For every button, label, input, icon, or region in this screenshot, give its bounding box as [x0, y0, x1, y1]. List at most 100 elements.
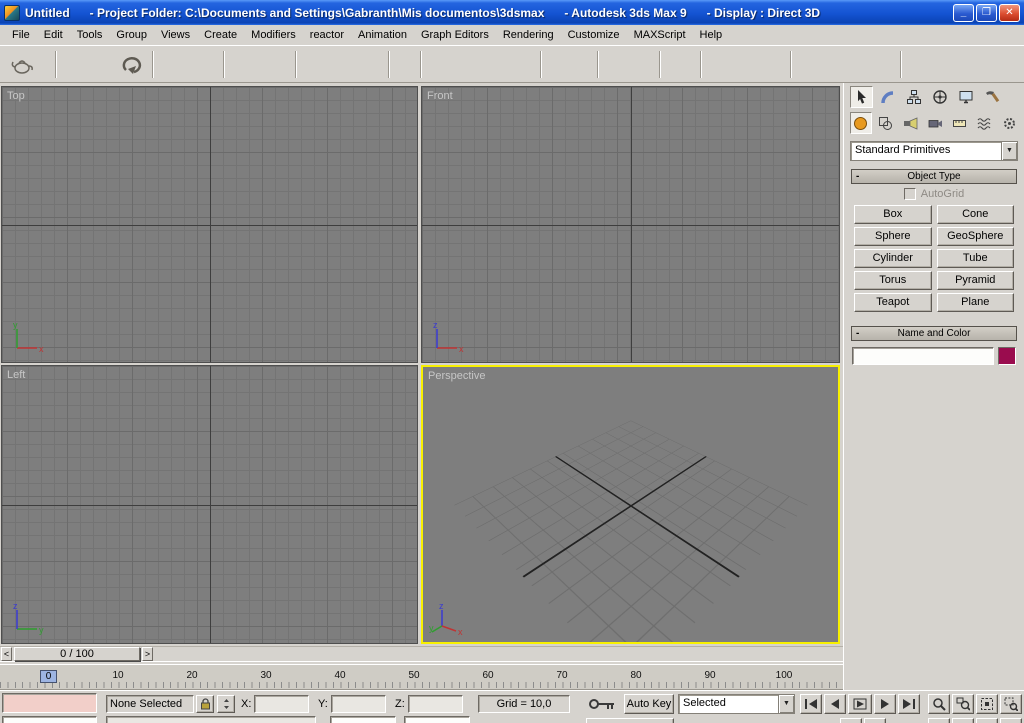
auto-key-button[interactable]: Auto Key: [624, 694, 674, 714]
viewport-front[interactable]: Front x z: [421, 86, 840, 363]
minimize-button[interactable]: _: [953, 4, 974, 22]
sphere-button[interactable]: Sphere: [854, 227, 932, 246]
viewport-top[interactable]: Top x y: [1, 86, 418, 363]
menu-rendering[interactable]: Rendering: [496, 26, 561, 44]
previous-frame-button[interactable]: [824, 694, 846, 714]
viewport-left[interactable]: Left y z: [1, 365, 418, 644]
chevron-down-icon[interactable]: ▼: [1001, 142, 1017, 160]
display-tab[interactable]: [954, 86, 977, 108]
menu-customize[interactable]: Customize: [561, 26, 627, 44]
utilities-tab[interactable]: [980, 86, 1003, 108]
time-slider-handle[interactable]: 0 / 100: [14, 647, 140, 661]
next-frame-arrow[interactable]: >: [142, 647, 153, 661]
absolute-offset-toggle[interactable]: [217, 695, 235, 713]
zoom-button[interactable]: [928, 694, 950, 714]
chevron-down-icon[interactable]: ▼: [778, 695, 794, 713]
maxscript-mini-listener[interactable]: [2, 716, 97, 723]
light-icon: [903, 116, 918, 131]
geosphere-button[interactable]: GeoSphere: [937, 227, 1015, 246]
create-tab[interactable]: [850, 86, 873, 108]
orbit-button[interactable]: [976, 718, 998, 723]
plane-button[interactable]: Plane: [937, 293, 1015, 312]
z-coordinate-input[interactable]: [408, 695, 463, 713]
primitive-category-dropdown[interactable]: Standard Primitives ▼: [850, 141, 1018, 161]
menu-maxscript[interactable]: MAXScript: [627, 26, 693, 44]
cone-button[interactable]: Cone: [937, 205, 1015, 224]
current-frame-marker[interactable]: 0: [40, 670, 57, 683]
cameras-button[interactable]: [924, 112, 946, 134]
go-to-end-button[interactable]: [898, 694, 920, 714]
go-to-start-button[interactable]: [800, 694, 822, 714]
menu-edit[interactable]: Edit: [37, 26, 70, 44]
menu-tools[interactable]: Tools: [70, 26, 110, 44]
undo-button[interactable]: [118, 51, 146, 79]
helpers-button[interactable]: [949, 112, 971, 134]
viewport-left-canvas[interactable]: Left y z: [2, 366, 417, 643]
time-field[interactable]: [330, 716, 396, 723]
set-keys-button[interactable]: [586, 693, 618, 715]
key-mode-dropdown[interactable]: Selected ▼: [678, 694, 795, 714]
tube-button[interactable]: Tube: [937, 249, 1015, 268]
zoom-region-button[interactable]: [1000, 694, 1022, 714]
field-of-view-button[interactable]: [928, 718, 950, 723]
x-coordinate-input[interactable]: [254, 695, 309, 713]
hierarchy-tab[interactable]: [902, 86, 925, 108]
modify-tab[interactable]: [876, 86, 899, 108]
viewport-top-canvas[interactable]: Top x y: [2, 87, 417, 362]
maxscript-macro-recorder[interactable]: [2, 693, 97, 713]
viewport-label[interactable]: Perspective: [428, 370, 485, 382]
viewport-front-canvas[interactable]: Front x z: [422, 87, 839, 362]
object-type-rollout-header[interactable]: - Object Type: [851, 169, 1017, 184]
shapes-button[interactable]: [875, 112, 897, 134]
key-filters-button[interactable]: [586, 718, 674, 723]
motion-tab[interactable]: [928, 86, 951, 108]
arc-rotate-button[interactable]: [864, 718, 886, 723]
menu-group[interactable]: Group: [109, 26, 154, 44]
maximize-viewport-toggle[interactable]: [1000, 718, 1022, 723]
teapot-button[interactable]: Teapot: [854, 293, 932, 312]
name-color-row: [844, 341, 1024, 371]
close-button[interactable]: ✕: [999, 4, 1020, 22]
systems-button[interactable]: [998, 112, 1020, 134]
viewport-label[interactable]: Left: [7, 369, 25, 381]
menu-help[interactable]: Help: [693, 26, 730, 44]
box-button[interactable]: Box: [854, 205, 932, 224]
lights-button[interactable]: [900, 112, 922, 134]
track-bar[interactable]: 0 10 20 30 40 50 60 70 80 90 100: [0, 664, 843, 690]
viewport-perspective[interactable]: Perspective z y x: [421, 365, 840, 644]
menu-create[interactable]: Create: [197, 26, 244, 44]
maximize-button[interactable]: ❐: [976, 4, 997, 22]
pyramid-button[interactable]: Pyramid: [937, 271, 1015, 290]
pan-view-button[interactable]: [840, 718, 862, 723]
previous-frame-arrow[interactable]: <: [1, 647, 12, 661]
zoom-all-button[interactable]: [952, 694, 974, 714]
menu-reactor[interactable]: reactor: [303, 26, 351, 44]
viewport-label[interactable]: Front: [427, 90, 453, 102]
toolbar-separator: [540, 51, 542, 78]
autogrid-checkbox[interactable]: [904, 188, 916, 200]
menu-graph-editors[interactable]: Graph Editors: [414, 26, 496, 44]
pan-button[interactable]: [952, 718, 974, 723]
object-color-swatch[interactable]: [998, 347, 1016, 365]
modify-bend-icon: [880, 89, 896, 105]
menu-animation[interactable]: Animation: [351, 26, 414, 44]
y-coordinate-input[interactable]: [331, 695, 386, 713]
geometry-button[interactable]: [850, 112, 872, 134]
name-color-rollout-header[interactable]: - Name and Color: [851, 326, 1017, 341]
frame-field[interactable]: [404, 716, 470, 723]
viewport-perspective-canvas[interactable]: Perspective z y x: [423, 367, 838, 642]
teapot-toolbar-button[interactable]: [8, 51, 36, 79]
cylinder-button[interactable]: Cylinder: [854, 249, 932, 268]
menu-views[interactable]: Views: [154, 26, 197, 44]
zoom-extents-button[interactable]: [976, 694, 998, 714]
viewport-label[interactable]: Top: [7, 90, 25, 102]
object-name-input[interactable]: [852, 347, 994, 365]
space-warps-button[interactable]: [974, 112, 996, 134]
play-animation-button[interactable]: [848, 694, 872, 714]
torus-button[interactable]: Torus: [854, 271, 932, 290]
menu-file[interactable]: File: [5, 26, 37, 44]
toolbar-separator: [295, 51, 297, 78]
selection-lock-toggle[interactable]: [196, 695, 214, 713]
next-frame-button[interactable]: [874, 694, 896, 714]
menu-modifiers[interactable]: Modifiers: [244, 26, 303, 44]
